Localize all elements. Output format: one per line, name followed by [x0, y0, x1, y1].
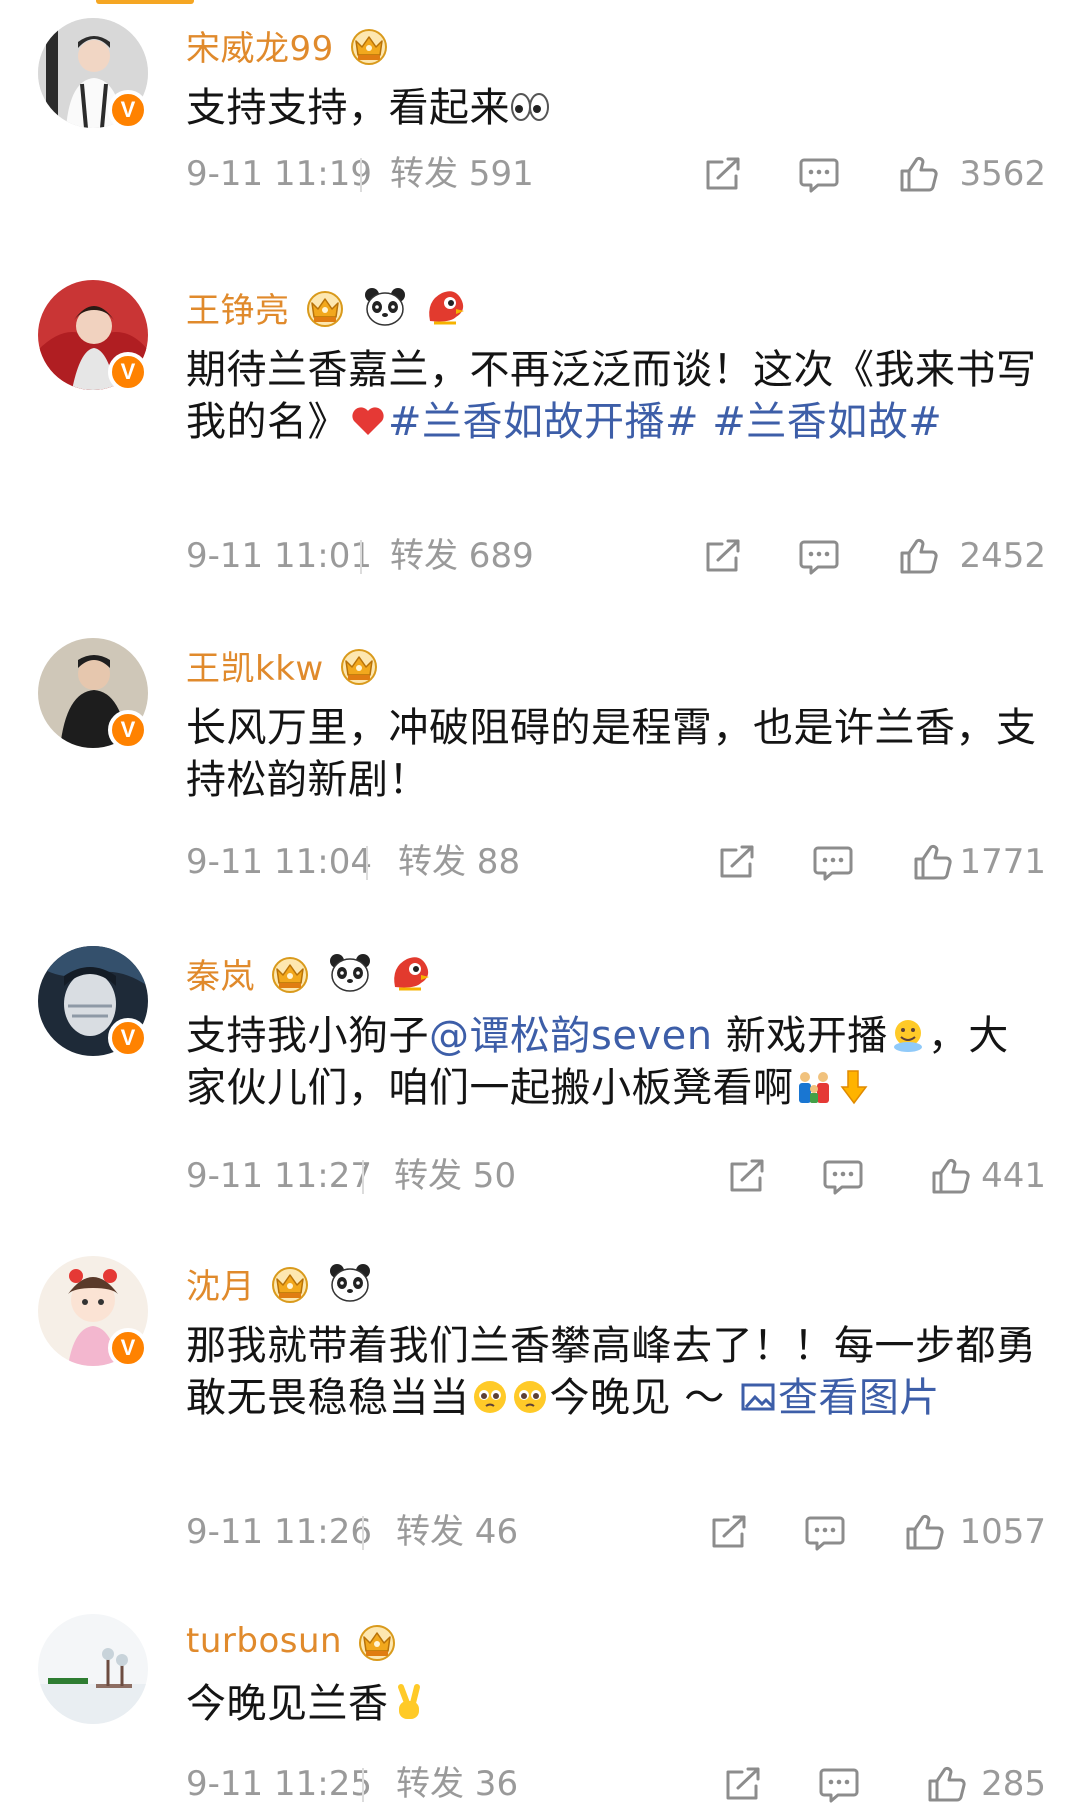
username[interactable]: turbosun — [186, 1621, 342, 1661]
timestamp: 9-11 11:19 — [186, 154, 372, 194]
verified-icon: V — [108, 710, 148, 750]
heart-emoji-icon — [348, 401, 388, 441]
comment-text: 那我就带着我们兰香攀高峰去了！！每一步都勇敢无畏稳稳当当 今晚见 ～ 查看图片 — [186, 1323, 1037, 1421]
comment-icon[interactable] — [812, 842, 854, 882]
panda-badge-icon[interactable] — [325, 951, 375, 995]
divider — [366, 846, 368, 880]
timestamp: 9-11 11:01 — [186, 536, 372, 576]
username[interactable]: 沈月 — [186, 1259, 255, 1308]
pleading-emoji-icon — [510, 1377, 550, 1417]
username[interactable]: 王铮亮 — [186, 283, 290, 332]
timestamp: 9-11 11:26 — [186, 1512, 372, 1552]
forward-count[interactable]: 转发 36 — [396, 1762, 518, 1806]
divider — [362, 1516, 364, 1550]
like-count[interactable]: 3562 — [959, 152, 1046, 196]
crown-badge-icon[interactable] — [300, 285, 350, 329]
mascot-badge-icon[interactable] — [420, 285, 470, 329]
family-emoji-icon — [794, 1067, 834, 1107]
panda-badge-icon[interactable] — [325, 1261, 375, 1305]
comment-meta: 9-11 11:25 转发 36 285 — [186, 1762, 1046, 1806]
verified-icon: V — [108, 352, 148, 392]
like-icon[interactable] — [898, 536, 940, 576]
like-icon[interactable] — [930, 1156, 972, 1196]
top-accent-bar — [96, 0, 194, 4]
panda-badge-icon[interactable] — [360, 285, 410, 329]
forward-count[interactable]: 转发 88 — [398, 840, 520, 884]
username[interactable]: 宋威龙99 — [186, 21, 334, 70]
verified-icon: V — [108, 1018, 148, 1058]
forward-count[interactable]: 转发 689 — [390, 534, 534, 578]
like-icon[interactable] — [926, 1764, 968, 1804]
timestamp: 9-11 11:04 — [186, 842, 372, 882]
forward-count[interactable]: 转发 591 — [390, 152, 534, 196]
crown-badge-icon[interactable] — [265, 1261, 315, 1305]
like-count[interactable]: 285 — [981, 1762, 1046, 1806]
crown-badge-icon[interactable] — [265, 951, 315, 995]
comment-text: 支持我小狗子@谭松韵seven 新戏开播 ，大家伙儿们，咱们一起搬小板凳看啊 — [186, 1013, 1009, 1111]
share-icon[interactable] — [722, 1764, 764, 1804]
hashtag-link[interactable]: #兰香如故# — [712, 399, 942, 445]
mascot-badge-icon[interactable] — [385, 951, 435, 995]
share-icon[interactable] — [708, 1512, 750, 1552]
like-icon[interactable] — [912, 842, 954, 882]
comment-text: 支持支持，看起来 — [186, 82, 1046, 134]
comment-text: 期待兰香嘉兰，不再泛泛而谈！这次《我来书写我的名》 #兰香如故开播# #兰香如故# — [186, 347, 1037, 445]
comment-meta: 9-11 11:27 转发 50 441 — [186, 1154, 1046, 1198]
crown-badge-icon[interactable] — [352, 1619, 402, 1663]
image-icon — [738, 1377, 778, 1417]
comment-icon[interactable] — [822, 1156, 864, 1196]
avatar[interactable] — [38, 1614, 148, 1724]
crown-badge-icon[interactable] — [344, 23, 394, 67]
like-count[interactable]: 1057 — [959, 1510, 1046, 1554]
forward-count[interactable]: 转发 46 — [396, 1510, 518, 1554]
divider — [362, 1768, 364, 1802]
share-icon[interactable] — [726, 1156, 768, 1196]
like-icon[interactable] — [904, 1512, 946, 1552]
share-icon[interactable] — [702, 154, 744, 194]
username[interactable]: 王凯kkw — [186, 641, 324, 690]
like-icon[interactable] — [898, 154, 940, 194]
comment-icon[interactable] — [818, 1764, 860, 1804]
comment-icon[interactable] — [804, 1512, 846, 1552]
like-count[interactable]: 441 — [981, 1154, 1046, 1198]
verified-icon: V — [108, 90, 148, 130]
pleading-emoji-icon — [470, 1377, 510, 1417]
point-down-emoji-icon — [834, 1067, 874, 1107]
username[interactable]: 秦岚 — [186, 949, 255, 998]
comment-icon[interactable] — [798, 536, 840, 576]
view-image-link[interactable]: 查看图片 — [738, 1375, 940, 1421]
comment-meta: 9-11 11:26 转发 46 1057 — [186, 1510, 1046, 1554]
hug-emoji-icon — [888, 1015, 928, 1055]
divider — [362, 1160, 364, 1194]
share-icon[interactable] — [716, 842, 758, 882]
like-count[interactable]: 2452 — [959, 534, 1046, 578]
comment-meta: 9-11 11:19 转发 591 3562 — [186, 152, 1046, 196]
eyes-emoji-icon — [510, 87, 550, 127]
comment-icon[interactable] — [798, 154, 840, 194]
verified-icon: V — [108, 1328, 148, 1368]
divider — [360, 158, 362, 192]
like-count[interactable]: 1771 — [959, 840, 1046, 884]
comment-meta: 9-11 11:04 转发 88 1771 — [186, 840, 1046, 884]
timestamp: 9-11 11:25 — [186, 1764, 372, 1804]
hashtag-link[interactable]: #兰香如故开播# — [388, 399, 699, 445]
mention-link[interactable]: @谭松韵seven — [429, 1013, 713, 1059]
divider — [360, 540, 362, 574]
victory-hand-emoji-icon — [389, 1683, 429, 1723]
comment-text: 长风万里，冲破阻碍的是程霄，也是许兰香，支持松韵新剧！ — [186, 705, 1037, 803]
share-icon[interactable] — [702, 536, 744, 576]
comment-text: 今晚见兰香 — [186, 1678, 1046, 1730]
comment-meta: 9-11 11:01 转发 689 2452 — [186, 534, 1046, 578]
timestamp: 9-11 11:27 — [186, 1156, 372, 1196]
forward-count[interactable]: 转发 50 — [394, 1154, 516, 1198]
crown-badge-icon[interactable] — [334, 643, 384, 687]
